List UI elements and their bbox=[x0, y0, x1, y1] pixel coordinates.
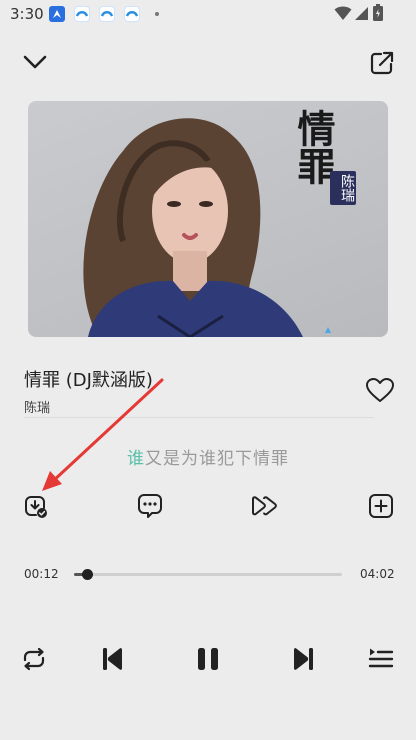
song-title: 情罪 (DJ默涵版) bbox=[24, 370, 153, 391]
status-time: 3:30 bbox=[10, 5, 44, 23]
download-button[interactable] bbox=[20, 491, 50, 521]
elapsed-time: 00:12 bbox=[24, 567, 59, 581]
heart-outline-icon bbox=[366, 377, 394, 402]
app-notification-icon bbox=[49, 6, 65, 22]
pause-icon bbox=[198, 648, 218, 670]
total-duration: 04:02 bbox=[360, 567, 395, 581]
fast-forward-icon bbox=[252, 496, 277, 516]
next-track-button[interactable] bbox=[286, 642, 320, 676]
comments-button[interactable] bbox=[134, 490, 166, 522]
like-button[interactable] bbox=[364, 375, 396, 405]
repeat-mode-button[interactable] bbox=[18, 643, 50, 675]
battery-icon bbox=[373, 4, 383, 21]
repeat-icon bbox=[23, 647, 45, 671]
skip-previous-icon bbox=[103, 648, 122, 670]
signal-icon bbox=[355, 7, 368, 20]
skip-next-icon bbox=[294, 648, 313, 670]
comment-icon bbox=[138, 494, 162, 518]
app-notification-icon bbox=[124, 6, 140, 22]
progress-slider[interactable] bbox=[74, 569, 342, 580]
current-lyric[interactable]: 谁又是为谁犯下情罪 bbox=[0, 444, 416, 469]
app-notification-icon bbox=[74, 6, 90, 22]
play-queue-button[interactable] bbox=[364, 643, 398, 675]
share-external-icon bbox=[370, 51, 394, 75]
artist-name[interactable]: 陈瑞 bbox=[24, 397, 50, 416]
app-notification-icon bbox=[99, 6, 115, 22]
download-done-icon bbox=[25, 496, 47, 518]
add-square-icon bbox=[369, 494, 393, 518]
more-notifications-dot bbox=[155, 12, 159, 16]
collapse-button[interactable] bbox=[18, 48, 52, 76]
lyric-highlighted: 谁 bbox=[127, 449, 145, 469]
chevron-down-icon bbox=[23, 55, 47, 69]
previous-track-button[interactable] bbox=[96, 642, 130, 676]
pause-button[interactable] bbox=[190, 642, 226, 676]
playback-speed-button[interactable] bbox=[249, 491, 281, 521]
progress-thumb[interactable] bbox=[82, 569, 94, 580]
cover-artist-badge: 陈瑞 bbox=[330, 171, 356, 205]
album-cover: 情罪 陈瑞 bbox=[28, 101, 388, 337]
add-to-playlist-button[interactable] bbox=[366, 491, 396, 521]
wifi-icon bbox=[334, 6, 352, 20]
divider bbox=[24, 417, 374, 418]
share-button[interactable] bbox=[366, 47, 398, 79]
lyric-rest: 又是为谁犯下情罪 bbox=[145, 449, 289, 469]
playlist-icon bbox=[368, 648, 394, 668]
